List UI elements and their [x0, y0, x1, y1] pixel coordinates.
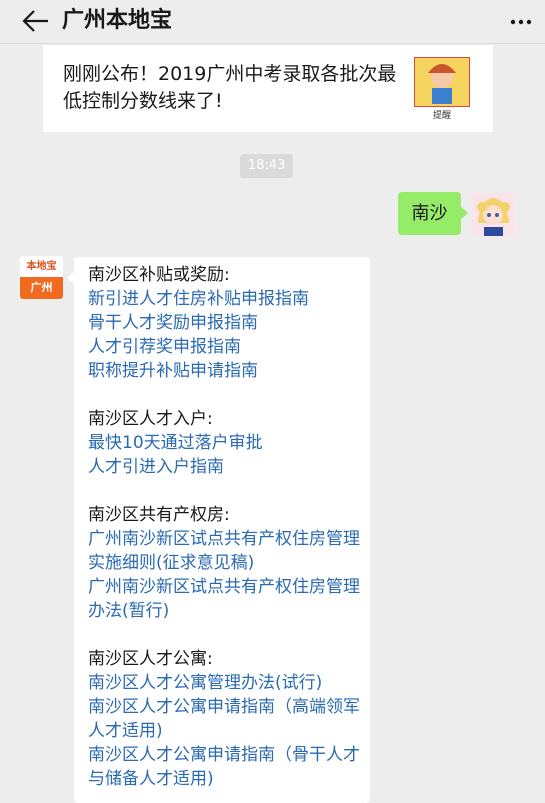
thumbnail-label: 提醒 [433, 110, 451, 120]
message-section: 南沙区人才公寓: 南沙区人才公寓管理办法(试行) 南沙区人才公寓申请指南（高端领… [88, 647, 370, 791]
bot-avatar-bottom: 广州 [20, 277, 63, 299]
bubble-tail [67, 271, 75, 285]
section-title: 南沙区人才公寓: [88, 649, 213, 669]
back-arrow-icon[interactable] [20, 8, 50, 34]
more-dots-icon[interactable] [509, 14, 533, 30]
message-section: 南沙区共有产权房: 广州南沙新区试点共有产权住房管理实施细则(征求意见稿) 广州… [88, 503, 370, 623]
guide-link[interactable]: 广州南沙新区试点共有产权住房管理办法(暂行) [88, 575, 364, 623]
guide-link[interactable]: 人才引进入户指南 [88, 455, 364, 479]
user-message-bubble[interactable]: 南沙 [398, 192, 468, 235]
guide-link[interactable]: 广州南沙新区试点共有产权住房管理实施细则(征求意见稿) [88, 527, 364, 575]
page-title: 广州本地宝 [62, 8, 173, 33]
guide-link[interactable]: 南沙区人才公寓申请指南（骨干人才与储备人才适用) [88, 743, 364, 791]
bot-message-bubble: 南沙区补贴或奖励: 新引进人才住房补贴申报指南 骨干人才奖励申报指南 人才引荐奖… [67, 257, 370, 803]
user-avatar[interactable] [472, 193, 515, 236]
guide-link[interactable]: 新引进人才住房补贴申报指南 [88, 287, 364, 311]
section-title: 南沙区共有产权房: [88, 505, 230, 525]
message-timestamp: 18:43 [240, 154, 294, 178]
message-section: 南沙区人才入户: 最快10天通过落户审批 人才引进入户指南 [88, 407, 370, 479]
bot-avatar-top: 本地宝 [20, 256, 63, 277]
article-thumbnail: 提醒 [414, 57, 470, 120]
bubble-tail [460, 206, 468, 220]
article-link-card[interactable]: 刚刚公布！2019广州中考录取各批次最低控制分数线来了! 提醒 [43, 45, 493, 132]
message-section: 南沙区补贴或奖励: 新引进人才住房补贴申报指南 骨干人才奖励申报指南 人才引荐奖… [88, 263, 370, 383]
guide-link[interactable]: 最快10天通过落户审批 [88, 431, 364, 455]
guide-link[interactable]: 骨干人才奖励申报指南 [88, 311, 364, 335]
header-bar: 广州本地宝 [0, 0, 545, 44]
guide-link[interactable]: 南沙区人才公寓申请指南（高端领军人才适用) [88, 695, 364, 743]
guide-link[interactable]: 职称提升补贴申请指南 [88, 359, 364, 383]
guide-link[interactable]: 南沙区人才公寓管理办法(试行) [88, 671, 364, 695]
section-title: 南沙区人才入户: [88, 409, 213, 429]
user-message-text: 南沙 [411, 203, 448, 224]
guide-link[interactable]: 人才引荐奖申报指南 [88, 335, 364, 359]
bot-avatar[interactable]: 本地宝 广州 [20, 256, 63, 299]
article-link-title: 刚刚公布！2019广州中考录取各批次最低控制分数线来了! [63, 63, 397, 112]
section-title: 南沙区补贴或奖励: [88, 265, 230, 285]
